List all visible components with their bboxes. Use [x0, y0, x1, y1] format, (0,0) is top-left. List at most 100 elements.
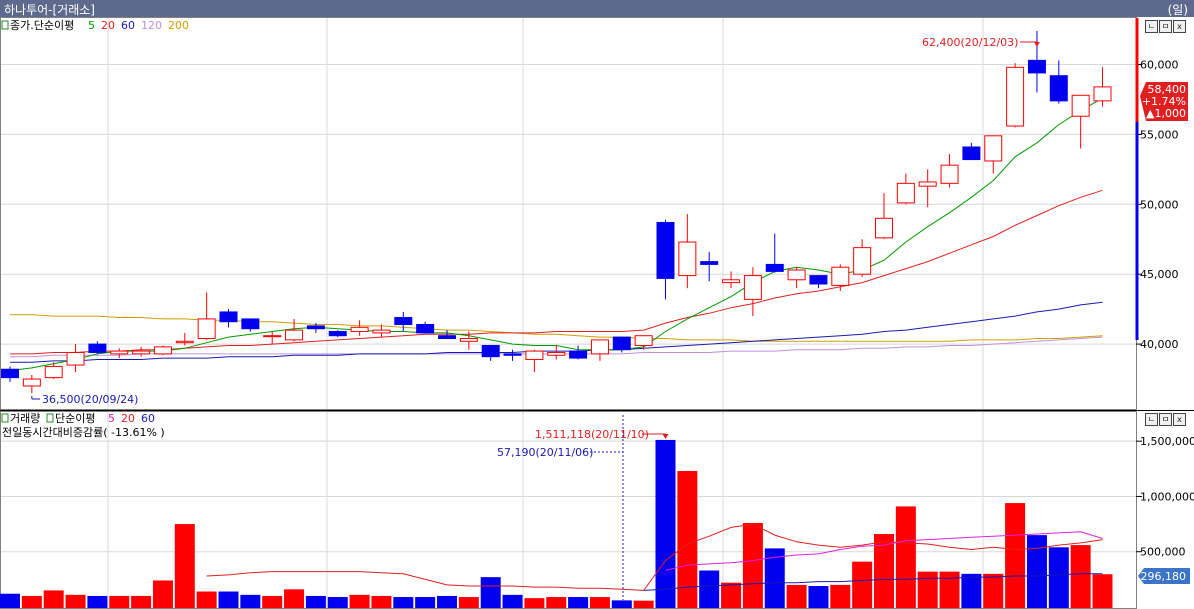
volume-bar	[196, 591, 217, 608]
volume-bar	[349, 594, 370, 608]
volume-panel-buttons: ㄴ ㅁ x	[1145, 413, 1186, 426]
price-legend-ma20: 20	[101, 19, 115, 32]
volume-bar	[393, 597, 414, 608]
volume-bar	[939, 571, 960, 608]
volume-legend-ma20: 20	[121, 412, 135, 425]
candle-body	[525, 350, 544, 360]
volume-bar	[961, 573, 982, 608]
candle-body	[787, 269, 806, 281]
volume-bar	[174, 524, 195, 608]
candle-body	[132, 350, 151, 355]
volume-bar	[21, 595, 42, 608]
volume-subtitle: 전일동시간대비증감률( -13.61% )	[2, 425, 165, 439]
candle-body	[918, 181, 937, 187]
volume-bar	[327, 597, 348, 608]
price-legend-ma5: 5	[88, 19, 95, 32]
candle-body	[678, 241, 697, 277]
panel-close-button[interactable]: x	[1173, 20, 1186, 33]
candle-body	[547, 351, 566, 356]
price-panel-buttons: ㄴ ㅁ x	[1145, 20, 1186, 33]
volume-bar	[983, 573, 1004, 608]
high-annotation: 62,400(20/12/03)	[922, 36, 1018, 49]
volume-bar	[546, 597, 567, 608]
panel-maximize-button[interactable]: ㅁ	[1159, 413, 1172, 426]
price-tick-label: 50,000	[1140, 198, 1179, 211]
candle-body	[241, 318, 260, 330]
candle-body	[853, 247, 872, 275]
panel-maximize-button[interactable]: ㅁ	[1159, 20, 1172, 33]
candle-body	[394, 317, 413, 326]
candle-body	[962, 146, 981, 161]
candle-body	[940, 164, 959, 184]
candle-body	[263, 335, 282, 338]
volume-bar	[721, 582, 742, 608]
volume-bar	[371, 595, 392, 608]
panel-close-button[interactable]: x	[1173, 413, 1186, 426]
volume-bar	[655, 439, 676, 608]
candle-body	[503, 353, 522, 356]
volume-bar	[305, 595, 326, 608]
chart-window: 하나투어-[거래소] (일) 40,000 45,000 50,000 55,000 6…	[0, 0, 1194, 609]
volume-bar	[786, 584, 807, 608]
candle-body	[22, 378, 41, 387]
candle-body	[831, 266, 850, 286]
candle-body	[612, 336, 631, 351]
price-tick-label: 45,000	[1140, 268, 1179, 281]
volume-bar	[480, 577, 501, 608]
volume-bar	[589, 597, 610, 608]
volume-bar	[1070, 545, 1091, 608]
volume-bar	[633, 600, 654, 608]
volume-bar	[852, 561, 873, 608]
legend-icon	[46, 413, 54, 423]
candle-body	[634, 335, 653, 346]
volume-bar	[742, 522, 763, 608]
volume-bar	[0, 593, 20, 608]
volume-bar	[415, 597, 436, 608]
candle-body	[656, 221, 675, 279]
stock-chart[interactable]: 40,000 45,000 50,000 55,000 60,000 500,000 1,0…	[0, 0, 1194, 609]
candle-body	[1093, 86, 1112, 102]
candle-body	[350, 326, 369, 333]
current-volume: 296,180	[1141, 570, 1187, 583]
candle-body	[743, 275, 762, 300]
volume-bar	[152, 580, 173, 608]
volume-bar	[502, 594, 523, 608]
volume-bar	[1092, 574, 1113, 608]
volume-bar	[437, 595, 457, 608]
candle-body	[153, 346, 172, 355]
price-tick-label: 60,000	[1140, 59, 1179, 72]
candle-body	[1071, 94, 1090, 117]
volume-bar	[284, 589, 305, 608]
candle-body	[459, 337, 478, 342]
candle-body	[481, 344, 500, 358]
candle-body	[569, 350, 588, 359]
candle-body	[372, 329, 391, 334]
panel-minimize-button[interactable]: ㄴ	[1145, 20, 1158, 33]
candle-body	[197, 318, 216, 339]
volume-max-annotation: 1,511,118(20/11/10)	[535, 428, 649, 441]
volume-bar	[218, 591, 239, 608]
candle-body	[1, 368, 19, 379]
low-annotation: 36,500(20/09/24)	[42, 393, 138, 406]
panel-minimize-button[interactable]: ㄴ	[1145, 413, 1158, 426]
volume-min-annotation: 57,190(20/11/06)	[497, 446, 593, 459]
volume-bar	[43, 590, 64, 608]
candle-body	[88, 343, 107, 353]
candle-body	[1027, 59, 1046, 74]
candle-body	[1049, 75, 1068, 102]
volume-bar	[611, 600, 632, 608]
volume-bar	[109, 595, 130, 608]
volume-tick-label: 500,000	[1140, 546, 1186, 559]
legend-icon	[1, 413, 9, 423]
volume-bar	[262, 595, 283, 608]
candle-body	[306, 325, 325, 330]
candle-body	[700, 261, 719, 265]
candle-body	[44, 365, 63, 379]
price-legend-ma120: 120	[141, 19, 162, 32]
volume-bar	[699, 570, 720, 608]
price-tick-label: 55,000	[1140, 128, 1179, 141]
candle-body	[765, 263, 784, 272]
price-tick-label: 40,000	[1140, 338, 1179, 351]
candle-body	[416, 324, 435, 334]
volume-legend-prefix: 거래량	[10, 412, 40, 425]
